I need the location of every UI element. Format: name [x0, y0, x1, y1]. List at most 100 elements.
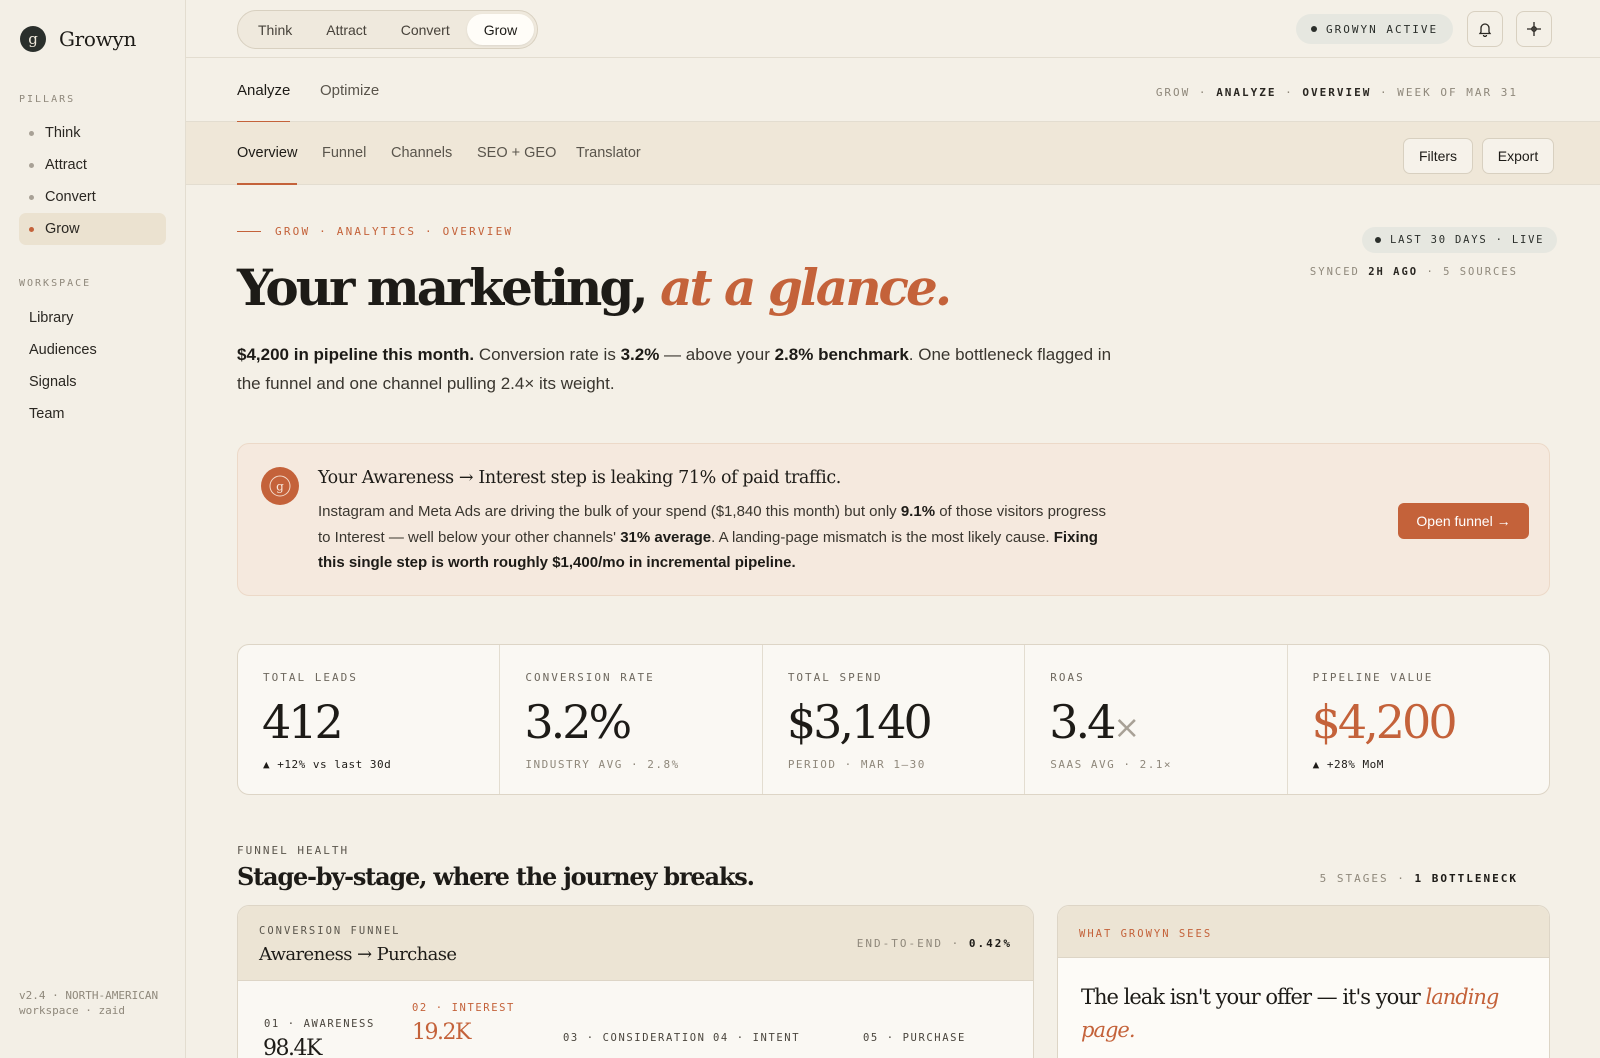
funnel-stage-consideration[interactable]: 03 · CONSIDERATION	[563, 1032, 706, 1044]
page-title-accent: at a glance.	[660, 258, 952, 317]
export-button[interactable]: Export	[1482, 138, 1554, 174]
sidebar-item-think[interactable]: Think	[19, 117, 166, 149]
kpi-value: 3.2%	[524, 695, 632, 749]
sidebar-item-label: Audiences	[29, 342, 97, 358]
live-dot-icon	[1375, 237, 1381, 243]
open-funnel-button[interactable]: Open funnel →	[1398, 503, 1529, 539]
kpi-benchmark: INDUSTRY AVG · 2.8%	[525, 758, 680, 771]
top-bar: Think Attract Convert Grow GROWYN ACTIVE	[186, 0, 1600, 58]
breadcrumb-analyze[interactable]: ANALYZE	[1216, 86, 1276, 99]
funnel-stage-purchase[interactable]: 05 · PURCHASE	[863, 1032, 966, 1044]
sidebar-item-grow[interactable]: Grow	[19, 213, 166, 245]
insight-card-label: WHAT GROWYN SEES	[1079, 928, 1213, 940]
assistant-button[interactable]	[1516, 11, 1552, 47]
filters-button[interactable]: Filters	[1403, 138, 1473, 174]
alert-title: Your Awareness → Interest step is leakin…	[318, 468, 841, 488]
tab-funnel[interactable]: Funnel	[322, 122, 366, 184]
page-title-main: Your marketing,	[237, 258, 649, 317]
breadcrumb-grow[interactable]: GROW	[1156, 86, 1191, 99]
sidebar-item-label: Convert	[45, 189, 96, 205]
kpi-total-leads[interactable]: TOTAL LEADS 412 ▲ +12% vs last 30d	[238, 645, 501, 794]
kpi-conversion-rate[interactable]: CONVERSION RATE 3.2% INDUSTRY AVG · 2.8%	[500, 645, 763, 794]
tab-analyze[interactable]: Analyze	[237, 58, 291, 123]
growyn-insight-icon: g	[261, 467, 299, 505]
bottleneck-count: 1 BOTTLENECK	[1414, 872, 1518, 885]
main-content: Think Attract Convert Grow GROWYN ACTIVE…	[186, 0, 1600, 1058]
tab-seo-geo[interactable]: SEO + GEO	[477, 122, 556, 184]
eyebrow-text: GROW · ANALYTICS · OVERVIEW	[275, 225, 514, 238]
summary-part: Conversion rate is	[474, 345, 621, 364]
pillars-nav: Think Attract Convert Grow	[19, 117, 166, 245]
funnel-card-title: Awareness → Purchase	[259, 944, 457, 965]
date-range-text: LAST 30 DAYS · LIVE	[1390, 234, 1545, 246]
g-mark-letter: g	[276, 480, 284, 494]
kpi-pipeline-value[interactable]: PIPELINE VALUE $4,200 ▲ +28% MoM	[1288, 645, 1549, 794]
bullet-icon	[29, 130, 34, 136]
sidebar-item-convert[interactable]: Convert	[19, 181, 166, 213]
tab-channels[interactable]: Channels	[391, 122, 452, 184]
kpi-label: TOTAL SPEND	[787, 671, 883, 684]
kpi-value-number: 3.4	[1049, 695, 1116, 749]
insight-headline: The leak isn't your offer — it's your la…	[1081, 981, 1521, 1047]
insight-text: The leak isn't your offer — it's your	[1081, 985, 1426, 1009]
sparkle-icon	[1527, 22, 1541, 36]
alert-body: Instagram and Meta Ads are driving the b…	[318, 499, 1118, 576]
summary-text: $4,200 in pipeline this month. Conversio…	[237, 340, 1117, 398]
sidebar-item-label: Grow	[45, 221, 80, 237]
funnel-card-label: CONVERSION FUNNEL	[259, 925, 401, 937]
kpi-roas[interactable]: ROAS 3.4× SAAS AVG · 2.1×	[1025, 645, 1288, 794]
sidebar-item-signals[interactable]: Signals	[19, 366, 166, 398]
kpi-label: CONVERSION RATE	[525, 671, 655, 684]
kpi-delta: ▲ +12% vs last 30d	[263, 758, 392, 771]
funnel-stage-value: 98.4K	[263, 1036, 322, 1058]
hero-eyebrow: GROW · ANALYTICS · OVERVIEW	[237, 225, 513, 238]
kpi-label: ROAS	[1050, 671, 1085, 684]
kpi-value: 412	[262, 695, 344, 749]
sidebar-item-label: Team	[29, 406, 65, 422]
kpi-value: 3.4×	[1049, 695, 1140, 749]
brand[interactable]: g Growyn	[20, 26, 136, 52]
bullet-icon	[29, 162, 34, 168]
conversion-funnel-card: CONVERSION FUNNEL Awareness → Purchase E…	[237, 905, 1034, 1058]
breadcrumb-overview: OVERVIEW	[1302, 86, 1372, 99]
end-to-end-value: 0.42%	[968, 937, 1012, 950]
stage-count: 5 STAGES ·	[1319, 872, 1406, 885]
pillar-tabs: Think Attract Convert Grow	[237, 10, 539, 49]
sync-label: SYNCED	[1309, 266, 1360, 278]
status-text: GROWYN ACTIVE	[1326, 22, 1439, 36]
sidebar-item-team[interactable]: Team	[19, 398, 166, 430]
eyebrow-rule	[237, 231, 261, 232]
summary-conversion: 3.2%	[620, 345, 660, 364]
funnel-stage-interest[interactable]: 02 · INTEREST	[412, 1002, 515, 1014]
tab-think[interactable]: Think	[241, 14, 309, 45]
kpi-delta: ▲ +28% MoM	[1312, 758, 1384, 771]
tab-convert[interactable]: Convert	[384, 14, 467, 45]
section-nav: Overview Funnel Channels SEO + GEO Trans…	[186, 122, 1600, 185]
sidebar-item-attract[interactable]: Attract	[19, 149, 166, 181]
sidebar-item-library[interactable]: Library	[19, 302, 166, 334]
g-mark-icon: g	[269, 475, 291, 497]
date-range-badge[interactable]: LAST 30 DAYS · LIVE	[1362, 227, 1558, 253]
workspace-section-label: WORKSPACE	[19, 278, 92, 289]
tab-optimize[interactable]: Optimize	[320, 58, 379, 122]
page-title: Your marketing, at a glance.	[237, 258, 952, 317]
alert-text: . A landing-page mismatch is the most li…	[711, 528, 1054, 546]
tab-translator[interactable]: Translator	[576, 122, 641, 184]
kpi-total-spend[interactable]: TOTAL SPEND $3,140 PERIOD · MAR 1–30	[763, 645, 1026, 794]
analyze-nav: Analyze Optimize GROW · ANALYZE · OVERVI…	[186, 58, 1600, 123]
version-footer: v2.4 · NORTH-AMERICAN workspace · zaid	[19, 989, 159, 1017]
funnel-stage-intent[interactable]: 04 · INTENT	[713, 1032, 800, 1044]
tab-overview[interactable]: Overview	[237, 122, 298, 185]
sync-status: SYNCED 2H AGO · 5 SOURCES	[1310, 266, 1518, 278]
kpi-benchmark: SAAS AVG · 2.1×	[1050, 758, 1173, 771]
tab-grow[interactable]: Grow	[466, 14, 535, 45]
tab-attract[interactable]: Attract	[309, 14, 383, 45]
sidebar-item-audiences[interactable]: Audiences	[19, 334, 166, 366]
notifications-button[interactable]	[1467, 11, 1503, 47]
brand-name: Growyn	[59, 27, 137, 51]
kpi-value: $3,140	[786, 695, 933, 749]
sidebar: g Growyn PILLARS Think Attract Convert G…	[0, 0, 186, 1058]
bottleneck-alert: g Your Awareness → Interest step is leak…	[237, 443, 1550, 596]
funnel-health-meta: 5 STAGES · 1 BOTTLENECK	[1320, 872, 1518, 885]
funnel-stage-awareness[interactable]: 01 · AWARENESS	[264, 1018, 375, 1030]
